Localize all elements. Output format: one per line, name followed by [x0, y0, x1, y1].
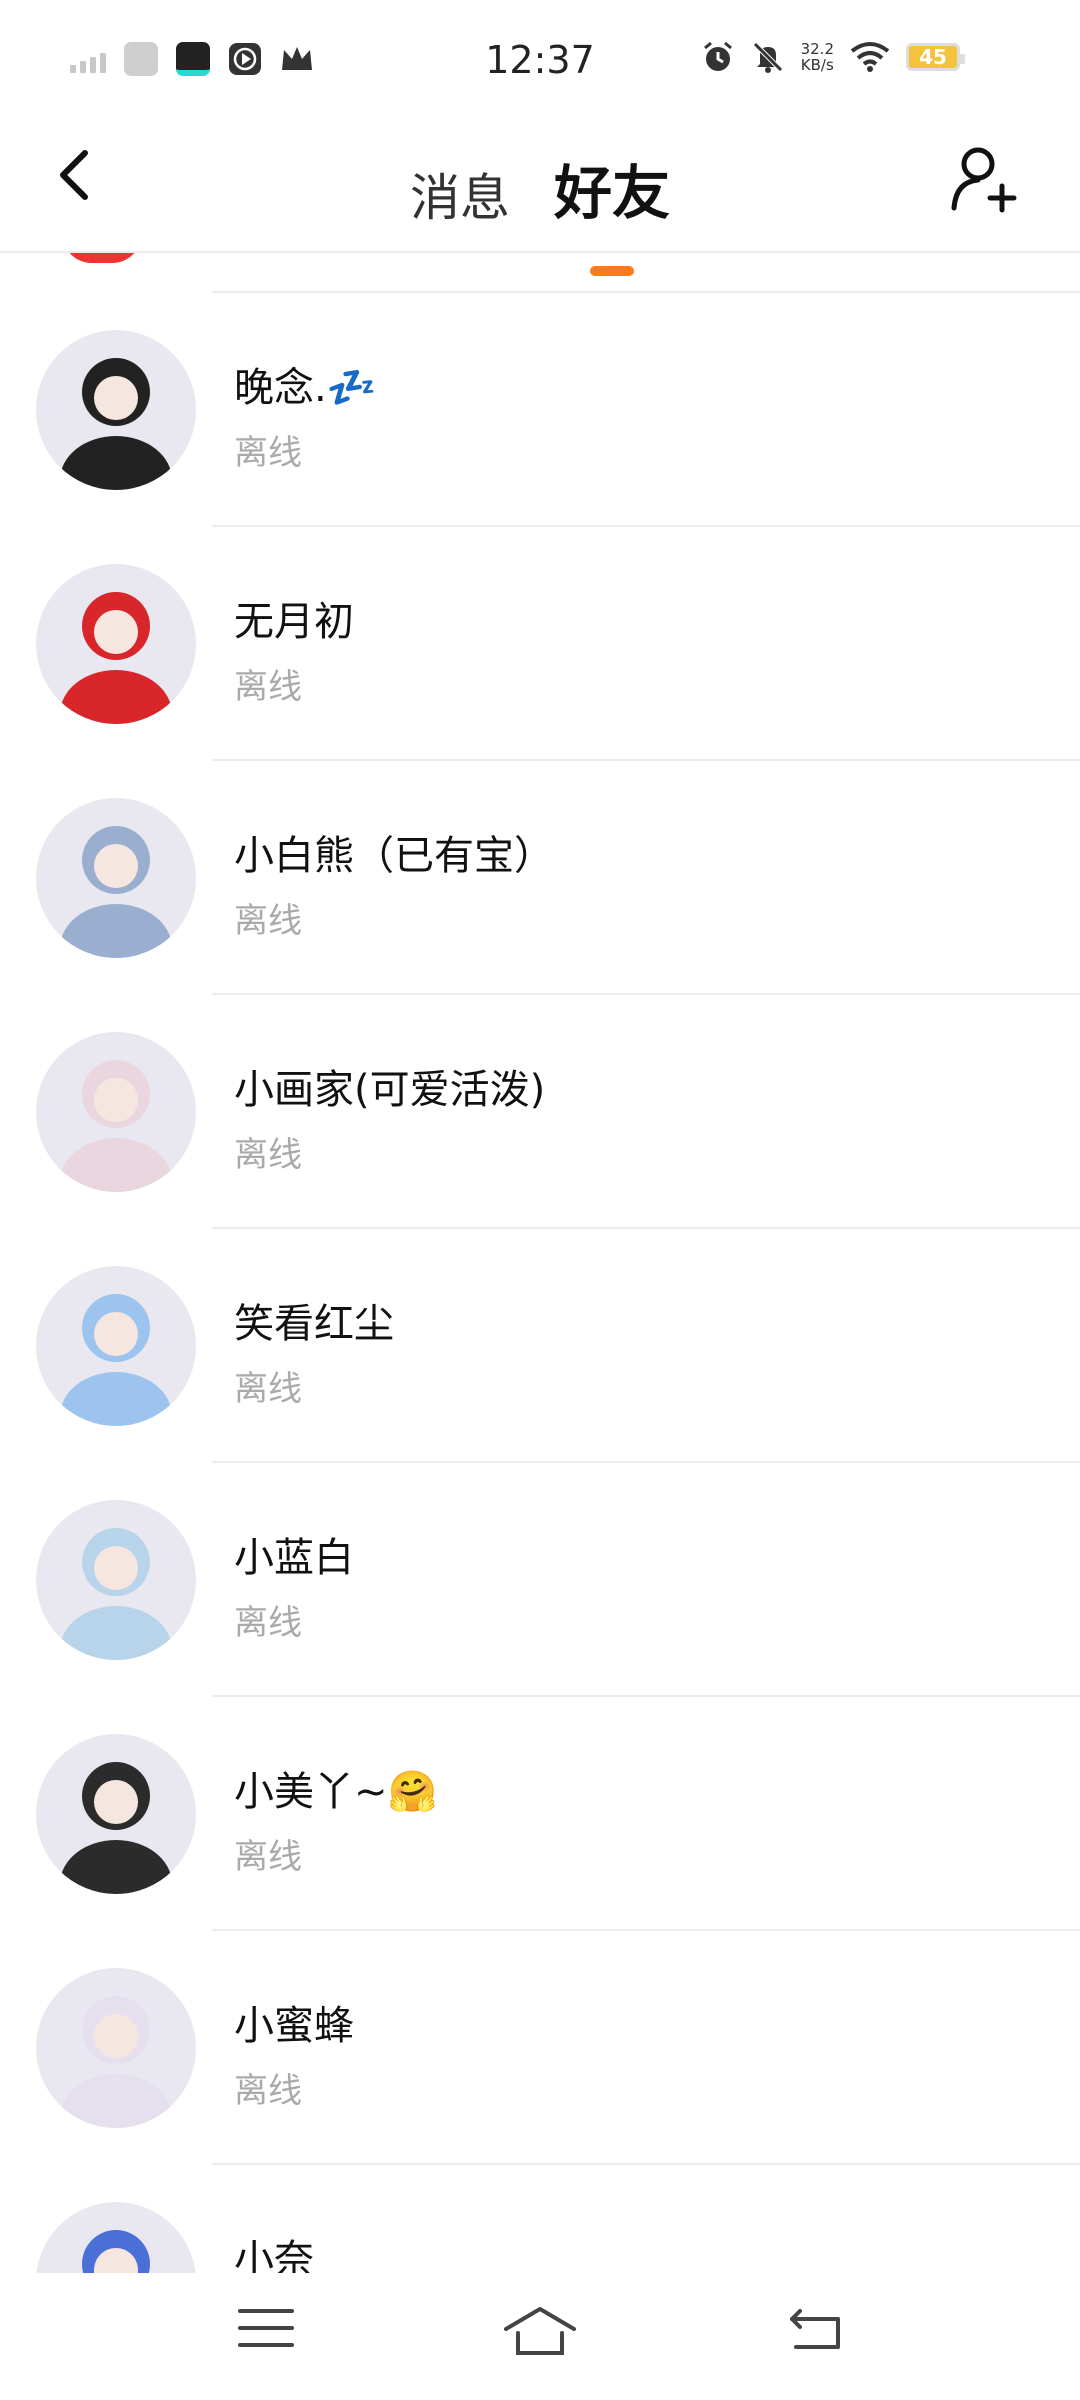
- battery-level: 45: [919, 45, 947, 69]
- friend-list-item[interactable]: 笑看红尘 离线: [0, 1229, 1080, 1463]
- avatar[interactable]: [36, 1266, 196, 1426]
- alarm-icon: [703, 41, 732, 71]
- add-friend-button[interactable]: [948, 142, 1020, 214]
- avatar-image: [36, 1032, 196, 1192]
- tab-friends-label: 好友: [553, 159, 670, 227]
- friend-list-item[interactable]: 无月初 离线: [0, 527, 1080, 761]
- friend-list-item[interactable]: 晚念.💤 离线: [0, 293, 1080, 527]
- avatar-image: [36, 1968, 196, 2128]
- avatar-image: [36, 1734, 196, 1894]
- status-right: 32.2 KB/s 45: [701, 40, 965, 74]
- friend-list-item[interactable]: 小白熊（已有宝） 离线: [0, 761, 1080, 995]
- battery-icon: 45: [906, 43, 965, 71]
- top-header: 消息 好友: [0, 120, 1080, 276]
- net-speed-value: 32.2: [800, 40, 834, 58]
- menu-button[interactable]: [236, 2303, 306, 2363]
- avatar-image: [36, 2202, 196, 2273]
- friend-name: 无月初: [234, 599, 354, 645]
- tab-bar: 消息 好友: [0, 146, 1080, 276]
- friend-name: 小画家(可爱活泼): [234, 1067, 546, 1113]
- friend-name: 小美丫~🤗: [234, 1769, 438, 1815]
- friend-list-item[interactable]: 小画家(可爱活泼) 离线: [0, 995, 1080, 1229]
- friend-name: 笑看红尘: [234, 1301, 394, 1347]
- net-speed-unit: KB/s: [800, 56, 834, 74]
- friend-status: 离线: [234, 1135, 302, 1175]
- avatar[interactable]: [36, 564, 196, 724]
- friend-status: 离线: [234, 667, 302, 707]
- home-button[interactable]: [500, 2303, 580, 2363]
- home-icon: [504, 2307, 576, 2355]
- wifi-icon: [850, 42, 890, 72]
- friend-status: 离线: [234, 433, 302, 473]
- tab-friends[interactable]: 好友: [553, 146, 670, 276]
- friend-list-item[interactable]: 小美丫~🤗 离线: [0, 1697, 1080, 1931]
- avatar[interactable]: [36, 330, 196, 490]
- avatar-image: [36, 1500, 196, 1660]
- friend-list[interactable]: 晚念.💤 离线 无月初 离线 小白熊（已有宝） 离线 小画家(可爱活泼) 离线 笑看红尘 离线 小蓝…: [0, 253, 1080, 2273]
- status-bar: 12:37 32.2 KB/s 45: [0, 0, 1080, 120]
- friend-name: 小蓝白: [234, 1535, 354, 1581]
- friend-list-item[interactable]: 小蜜蜂 离线: [0, 1931, 1080, 2165]
- friend-name: 晚念.💤: [234, 365, 377, 411]
- avatar-image: [36, 798, 196, 958]
- avatar-image: [36, 330, 196, 490]
- avatar[interactable]: [36, 1734, 196, 1894]
- avatar[interactable]: [36, 1968, 196, 2128]
- list-item-partial: [62, 253, 1080, 293]
- menu-icon: [238, 2309, 294, 2347]
- system-nav-bar: [0, 2273, 1080, 2400]
- net-speed: 32.2 KB/s: [801, 41, 834, 73]
- friend-status: 离线: [234, 1369, 302, 1409]
- avatar-image: [36, 1266, 196, 1426]
- back-icon: [790, 2309, 840, 2349]
- avatar-image: [36, 564, 196, 724]
- friend-name: 小蜜蜂: [234, 2003, 354, 2049]
- tab-messages[interactable]: 消息: [410, 158, 510, 230]
- avatar[interactable]: [36, 1032, 196, 1192]
- avatar[interactable]: [36, 798, 196, 958]
- mute-icon: [752, 42, 783, 73]
- avatar[interactable]: [36, 2202, 196, 2273]
- friend-list-item[interactable]: 小蓝白 离线: [0, 1463, 1080, 1697]
- add-user-icon: [951, 147, 1017, 213]
- friend-name: 小奈: [234, 2237, 314, 2273]
- friend-status: 离线: [234, 1837, 302, 1877]
- friend-name: 小白熊（已有宝）: [234, 833, 554, 879]
- back-nav-button[interactable]: [786, 2303, 856, 2363]
- friend-status: 离线: [234, 1603, 302, 1643]
- friend-status: 离线: [234, 2071, 302, 2111]
- avatar[interactable]: [36, 1500, 196, 1660]
- friend-list-item[interactable]: 小奈离线: [0, 2165, 1080, 2273]
- friend-status: 离线: [234, 901, 302, 941]
